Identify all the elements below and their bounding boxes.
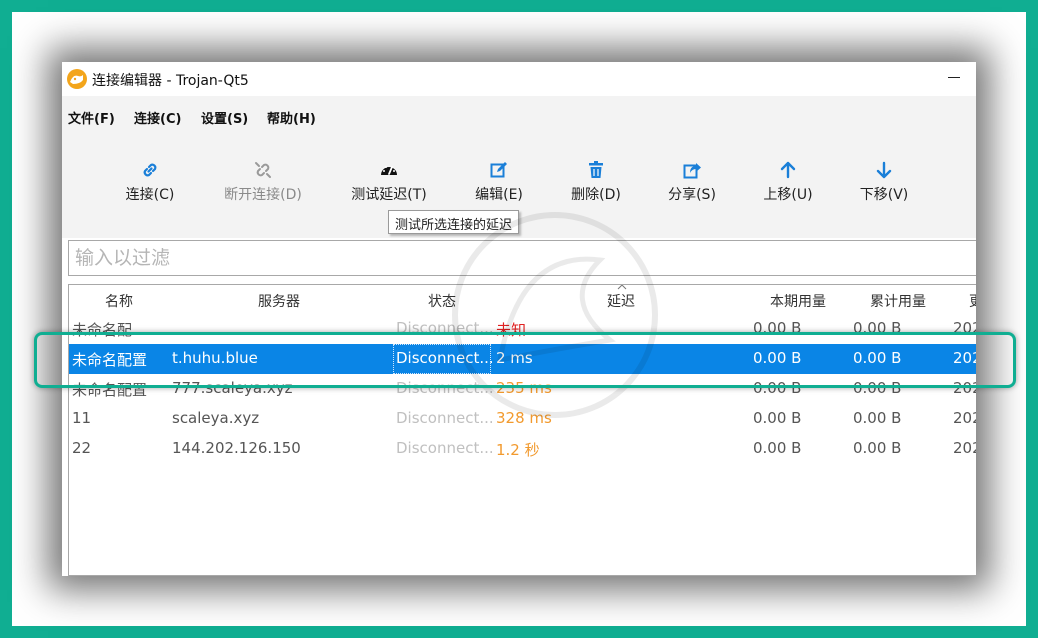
cell-name: 11	[72, 409, 92, 427]
move-down-label: 下移(V)	[859, 187, 909, 203]
delete-button[interactable]: 删除(D)	[546, 160, 646, 204]
menu-settings[interactable]: 设置(S)	[201, 108, 248, 127]
cell-latency: 1.2 秒	[496, 441, 540, 459]
share-label: 分享(S)	[668, 187, 716, 203]
cell-server: 144.202.126.150	[172, 439, 301, 457]
edit-label: 编辑(E)	[475, 187, 523, 203]
cell-period-usage: 0.00 B	[753, 439, 802, 457]
minimize-button[interactable]	[948, 77, 960, 78]
selected-row-highlight-box	[34, 332, 1016, 388]
menu-help[interactable]: 帮助(H)	[267, 108, 316, 127]
sort-indicator-icon	[617, 285, 627, 290]
header-server[interactable]: 服务器	[258, 291, 300, 311]
cell-total-usage: 0.00 B	[853, 439, 902, 457]
connect-label: 连接(C)	[125, 187, 175, 203]
cell-period-usage: 0.00 B	[753, 409, 802, 427]
link-icon	[143, 163, 157, 177]
cell-updated: 202	[953, 409, 976, 427]
table-row[interactable]: 11 scaleya.xyz Disconnect... 328 ms 0.00…	[69, 404, 976, 434]
connection-table: 名称 服务器 状态 延迟 本期用量 累计用量 更 未命名配 Disconnect…	[68, 284, 976, 576]
cell-total-usage: 0.00 B	[853, 409, 902, 427]
window-title: 连接编辑器 - Trojan-Qt5	[92, 73, 249, 89]
speedometer-icon	[381, 166, 397, 175]
cell-status: Disconnect...	[396, 409, 492, 427]
test-latency-button[interactable]: 测试延迟(T)	[339, 160, 439, 204]
header-updated[interactable]: 更	[969, 291, 976, 311]
share-icon	[683, 163, 701, 179]
edit-button[interactable]: 编辑(E)	[449, 160, 549, 204]
header-latency[interactable]: 延迟	[607, 291, 635, 311]
test-latency-tooltip: 测试所选连接的延迟	[388, 210, 520, 234]
test-latency-label: 测试延迟(T)	[351, 187, 427, 203]
header-status[interactable]: 状态	[428, 291, 456, 311]
filter-input[interactable]	[68, 240, 976, 276]
header-period-usage[interactable]: 本期用量	[770, 291, 826, 311]
connection-editor-window: 连接编辑器 - Trojan-Qt5 文件(F) 连接(C) 设置(S) 帮助(…	[62, 62, 976, 576]
header-name[interactable]: 名称	[105, 291, 133, 311]
cell-updated: 202	[953, 439, 976, 457]
menu-file[interactable]: 文件(F)	[68, 108, 115, 127]
disconnect-label: 断开连接(D)	[224, 187, 302, 203]
connect-button[interactable]: 连接(C)	[100, 160, 200, 204]
trojan-app-icon	[67, 69, 87, 89]
move-up-button[interactable]: 上移(U)	[738, 160, 838, 204]
cell-status: Disconnect...	[396, 439, 492, 457]
share-button[interactable]: 分享(S)	[642, 160, 742, 204]
arrow-down-icon	[876, 161, 892, 179]
unlink-icon	[255, 162, 271, 178]
cell-name: 22	[72, 439, 92, 457]
edit-icon	[490, 162, 507, 178]
move-down-button[interactable]: 下移(V)	[834, 160, 934, 204]
menu-connection[interactable]: 连接(C)	[134, 108, 181, 127]
cell-latency: 328 ms	[496, 409, 552, 427]
arrow-up-icon	[780, 161, 796, 179]
title-bar: 连接编辑器 - Trojan-Qt5	[62, 62, 976, 96]
header-total-usage[interactable]: 累计用量	[870, 291, 926, 311]
table-row[interactable]: 22 144.202.126.150 Disconnect... 1.2 秒 0…	[69, 434, 976, 464]
menu-bar: 文件(F) 连接(C) 设置(S) 帮助(H)	[62, 96, 976, 136]
move-up-label: 上移(U)	[763, 187, 813, 203]
cell-server: scaleya.xyz	[172, 409, 260, 427]
delete-label: 删除(D)	[571, 187, 621, 203]
disconnect-button[interactable]: 断开连接(D)	[213, 160, 313, 204]
trash-icon	[589, 161, 603, 178]
